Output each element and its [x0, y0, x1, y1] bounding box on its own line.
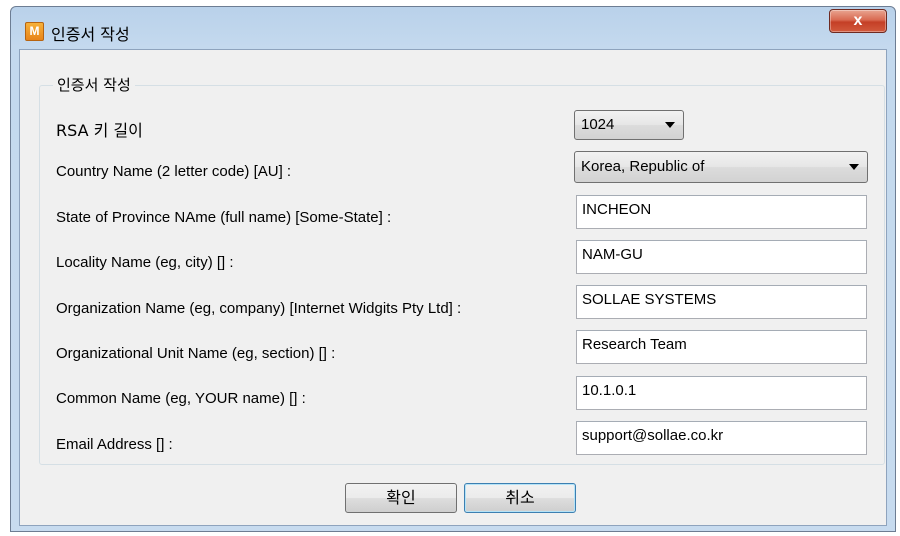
- common-name-input[interactable]: 10.1.0.1: [576, 376, 867, 410]
- rsa-key-length-value: 1024: [581, 116, 615, 133]
- organization-label: Organization Name (eg, company) [Interne…: [56, 300, 462, 317]
- org-unit-input[interactable]: Research Team: [576, 330, 867, 364]
- state-label: State of Province NAme (full name) [Some…: [56, 209, 392, 226]
- group-label: 인증서 작성: [53, 74, 135, 95]
- rsa-key-length-label: RSA 키 길이: [56, 121, 143, 140]
- app-logo-icon: M: [25, 22, 44, 41]
- dialog-body: 인증서 작성 RSA 키 길이 1024 Country Name (2 let…: [19, 49, 887, 526]
- title-bar[interactable]: M 인증서 작성 x: [11, 7, 895, 49]
- chevron-down-icon: [665, 122, 675, 128]
- state-input[interactable]: INCHEON: [576, 195, 867, 229]
- certificate-dialog: M 인증서 작성 x 인증서 작성 RSA 키 길이 1024 Country …: [10, 6, 896, 532]
- common-name-label: Common Name (eg, YOUR name) [] :: [56, 390, 306, 407]
- rsa-key-length-select[interactable]: 1024: [574, 110, 684, 140]
- chevron-down-icon: [849, 164, 859, 170]
- window-title: 인증서 작성: [51, 25, 130, 44]
- cancel-button[interactable]: 취소: [464, 483, 576, 513]
- country-select[interactable]: Korea, Republic of: [574, 151, 868, 183]
- org-unit-label: Organizational Unit Name (eg, section) […: [56, 345, 336, 362]
- email-input[interactable]: support@sollae.co.kr: [576, 421, 867, 455]
- ok-button[interactable]: 확인: [345, 483, 457, 513]
- locality-label: Locality Name (eg, city) [] :: [56, 254, 234, 271]
- email-label: Email Address [] :: [56, 436, 173, 453]
- close-button[interactable]: x: [829, 9, 887, 33]
- country-value: Korea, Republic of: [581, 158, 705, 175]
- country-label: Country Name (2 letter code) [AU] :: [56, 163, 292, 180]
- organization-input[interactable]: SOLLAE SYSTEMS: [576, 285, 867, 319]
- locality-input[interactable]: NAM-GU: [576, 240, 867, 274]
